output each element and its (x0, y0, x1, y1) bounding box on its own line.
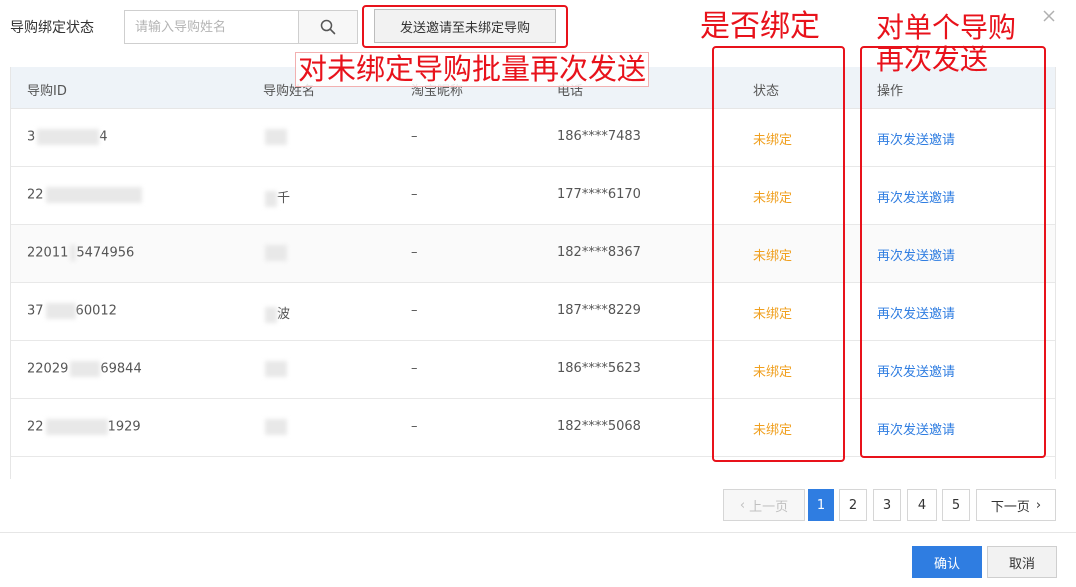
annotation-box-action-column (860, 46, 1046, 458)
phone: 187****8229 (557, 303, 641, 318)
next-page-button[interactable]: 下一页 › (976, 489, 1056, 521)
page-1-button[interactable]: 1 (808, 489, 834, 521)
taobao-nick: – (411, 187, 418, 202)
guide-name: 波 (263, 303, 290, 323)
taobao-nick: – (411, 245, 418, 260)
taobao-nick: – (411, 361, 418, 376)
taobao-nick: – (411, 419, 418, 434)
footer-divider (0, 532, 1076, 533)
guide-id: 22029 69844 (27, 361, 142, 377)
annotation-box-batch-button (362, 5, 568, 48)
page-3-button[interactable]: 3 (873, 489, 901, 521)
guide-id: 22 (27, 187, 142, 203)
close-button[interactable] (1040, 7, 1058, 25)
guide-name-search-input[interactable] (124, 10, 298, 44)
annotation-status-note: 是否绑定 (700, 9, 820, 44)
taobao-nick: – (411, 129, 418, 144)
cancel-button[interactable]: 取消 (987, 546, 1057, 578)
annotation-op-note-line1: 对单个导购 (876, 11, 1017, 44)
phone: 186****7483 (557, 129, 641, 144)
guide-name (263, 419, 287, 435)
confirm-button[interactable]: 确认 (912, 546, 982, 578)
guide-id: 22 1929 (27, 419, 141, 435)
col-guide-id: 导购ID (27, 84, 67, 99)
guide-id: 34 (27, 129, 108, 145)
guide-name (263, 361, 287, 377)
page-4-button[interactable]: 4 (907, 489, 937, 521)
phone: 182****8367 (557, 245, 641, 260)
search-button[interactable] (298, 10, 358, 44)
annotation-op-note-line2: 再次发送 (876, 43, 989, 76)
guide-name: 千 (263, 187, 290, 207)
phone: 177****6170 (557, 187, 641, 202)
guide-name (263, 129, 287, 145)
page-5-button[interactable]: 5 (942, 489, 970, 521)
bind-status-label: 导购绑定状态 (10, 20, 94, 36)
search-box (124, 10, 358, 44)
page-2-button[interactable]: 2 (839, 489, 867, 521)
phone: 186****5623 (557, 361, 641, 376)
phone: 182****5068 (557, 419, 641, 434)
guide-id: 22011 5474956 (27, 245, 135, 261)
table-row-partial (11, 458, 1055, 479)
annotation-box-status-column (712, 46, 845, 462)
guide-id: 37 60012 (27, 303, 117, 319)
taobao-nick: – (411, 303, 418, 318)
annotation-batch-note: 对未绑定导购批量再次发送 (295, 52, 650, 87)
chevron-left-icon: ‹ (739, 497, 746, 513)
guide-name (263, 245, 287, 261)
search-icon (320, 19, 336, 35)
prev-page-button[interactable]: ‹ 上一页 (723, 489, 805, 521)
chevron-right-icon: › (1035, 497, 1042, 513)
close-icon (1043, 10, 1055, 22)
